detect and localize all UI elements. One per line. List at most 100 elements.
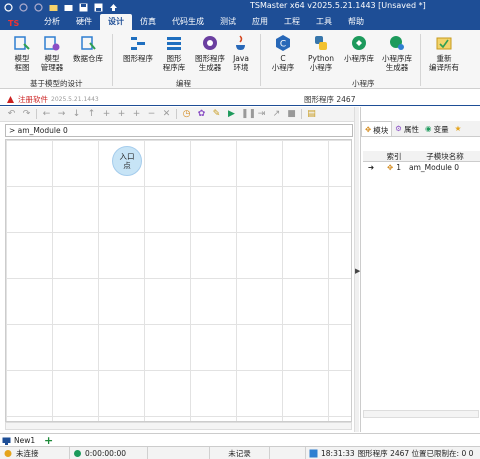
arrow-down-icon[interactable]: ↓: [71, 109, 82, 119]
menu-tab-application[interactable]: 应用: [244, 14, 276, 30]
side-panel-scrollbar[interactable]: [363, 410, 479, 418]
mini-program-library-label-1: 小程序库: [344, 54, 374, 63]
register-software-icon: [7, 95, 14, 103]
document-tab-bar: 注册软件 2025.5.21.1443 图形程序 2467: [0, 93, 480, 106]
graphic-library-button[interactable]: 图形 程序库: [160, 34, 188, 72]
model-manager-button[interactable]: 模型 管理器: [38, 34, 66, 72]
python-mini-program-button[interactable]: Python 小程序: [304, 34, 338, 72]
menu-tab-test[interactable]: 测试: [212, 14, 244, 30]
step-icon[interactable]: ⇥: [256, 109, 267, 119]
undo-icon[interactable]: ↶: [6, 109, 17, 119]
document-tab[interactable]: 注册软件 2025.5.21.1443: [6, 93, 99, 105]
column-header-submodule-name[interactable]: 子模块名称: [409, 151, 480, 162]
menu-tab-help[interactable]: 帮助: [340, 14, 372, 30]
tab-module-label: 模块: [373, 126, 389, 135]
upload-icon[interactable]: [109, 3, 118, 12]
menu-tab-analysis[interactable]: 分析: [36, 14, 68, 30]
run-icon[interactable]: ▶: [226, 109, 237, 119]
bottom-tab-bar: New1 +: [0, 433, 480, 447]
java-label-1: Java: [233, 54, 249, 63]
panel-splitter[interactable]: ▶: [354, 107, 360, 432]
python-icon: [315, 36, 327, 50]
ribbon-separator: [260, 34, 261, 86]
recompile-all-button[interactable]: 重新 编译所有: [426, 34, 462, 72]
add-branch-icon[interactable]: +: [116, 109, 127, 119]
app-logo-text: TS: [8, 18, 20, 28]
save-as-icon[interactable]: [94, 3, 103, 12]
entry-point-node[interactable]: 入口 点: [112, 146, 142, 176]
open-folder-icon[interactable]: [49, 3, 58, 12]
canvas-horizontal-scrollbar[interactable]: [5, 422, 352, 430]
back-icon[interactable]: [19, 2, 28, 12]
arrow-left-icon[interactable]: ←: [41, 109, 52, 119]
document-title: 图形程序 2467: [304, 95, 356, 104]
graphic-library-label-1: 图形: [166, 54, 182, 63]
menu-tab-simulation[interactable]: 仿真: [132, 14, 164, 30]
c-mini-program-button[interactable]: C C 小程序: [266, 34, 300, 72]
pause-icon[interactable]: ❚❚: [241, 109, 256, 119]
column-header-index[interactable]: 索引: [379, 151, 409, 162]
remove-icon[interactable]: −: [146, 109, 157, 119]
status-time: 0:00:00:00: [70, 447, 148, 459]
undo-icon[interactable]: [4, 2, 13, 12]
model-diagram-icon: [14, 36, 30, 50]
row-marker: ➜: [367, 163, 375, 172]
data-warehouse-button[interactable]: 数据仓库: [70, 34, 106, 63]
module-icon: ✥: [386, 163, 394, 172]
java-environment-button[interactable]: Java 环境: [230, 34, 252, 72]
arrow-up-icon[interactable]: ↑: [86, 109, 97, 119]
add-icon[interactable]: +: [101, 109, 112, 119]
graphic-library-label-2: 程序库: [162, 63, 186, 72]
app-logo[interactable]: TS: [8, 16, 30, 30]
menu-tab-code-generation[interactable]: 代码生成: [164, 14, 212, 30]
graphic-generator-button[interactable]: 图形程序 生成器: [192, 34, 228, 72]
menu-tab-design[interactable]: 设计: [100, 14, 132, 30]
table-row[interactable]: ➜ ✥ 1 am_Module 0: [363, 162, 480, 173]
graphic-program-label-1: 图形程序: [123, 54, 153, 63]
tab-favorites[interactable]: ★: [452, 121, 465, 136]
status-time-text: 0:00:00:00: [85, 448, 126, 458]
forward-icon[interactable]: [34, 2, 43, 12]
new-folder-icon[interactable]: [64, 3, 73, 12]
model-diagram-label-2: 框图: [14, 63, 30, 72]
title-bar: TSMaster x64 v2025.5.21.1443 [Unsaved *]: [0, 0, 480, 14]
menu-tab-tools[interactable]: 工具: [308, 14, 340, 30]
menu-tab-hardware[interactable]: 硬件: [68, 14, 100, 30]
mini-program-library-icon: [352, 36, 366, 50]
status-record: 未记录: [210, 447, 270, 459]
tab-module[interactable]: ✥ 模块: [361, 121, 393, 136]
editor-toolbar: ↶ ↷ ← → ↓ ↑ + + + − ✕ ◷ ✿ ✎ ▶ ❚❚ ⇥ ↗ ■ ▤: [0, 107, 359, 122]
tab-variables-label: 变量: [433, 125, 449, 134]
step-out-icon[interactable]: ↗: [271, 109, 282, 119]
edit-icon[interactable]: ✎: [211, 109, 222, 119]
breadcrumb[interactable]: > am_Module 0: [5, 124, 353, 137]
model-diagram-button[interactable]: 模型 框图: [8, 34, 36, 72]
graphic-program-canvas[interactable]: 入口 点: [5, 139, 352, 422]
quick-access-toolbar: [0, 2, 118, 12]
ribbon-group-model-design: 基于模型的设计: [30, 79, 83, 88]
settings-icon[interactable]: ✿: [196, 109, 207, 119]
status-spacer: [148, 447, 210, 459]
tab-variables[interactable]: ◉ 变量: [422, 121, 452, 136]
monitor-icon: [2, 437, 11, 445]
arrow-right-icon[interactable]: →: [56, 109, 67, 119]
entry-point-label-1: 入口: [119, 152, 135, 161]
save-icon[interactable]: [79, 3, 88, 12]
add-node-icon[interactable]: +: [131, 109, 142, 119]
mini-program-library-button[interactable]: 小程序库: [342, 34, 376, 63]
menu-tab-project[interactable]: 工程: [276, 14, 308, 30]
graphic-generator-label-1: 图形程序: [195, 54, 225, 63]
notes-icon[interactable]: ▤: [306, 109, 317, 119]
tab-new1[interactable]: New1: [2, 435, 35, 446]
redo-icon[interactable]: ↷: [21, 109, 32, 119]
document-tab-label: 注册软件: [18, 94, 48, 104]
stop-icon[interactable]: ■: [286, 109, 297, 119]
clock-icon[interactable]: ◷: [181, 109, 192, 119]
tab-properties[interactable]: ⚙ 属性: [392, 121, 422, 136]
status-connection[interactable]: 未连接: [0, 447, 70, 459]
graphic-program-button[interactable]: 图形程序: [118, 34, 158, 63]
mini-program-generator-button[interactable]: 小程序库 生成器: [380, 34, 414, 72]
window-title: TSMaster x64 v2025.5.21.1443 [Unsaved *]: [250, 1, 426, 10]
side-panel: ✥ 模块 ⚙ 属性 ◉ 变量 ★ 索引 子模块名称 ➜ ✥ 1 am_Modul…: [360, 107, 480, 432]
delete-icon[interactable]: ✕: [161, 109, 172, 119]
